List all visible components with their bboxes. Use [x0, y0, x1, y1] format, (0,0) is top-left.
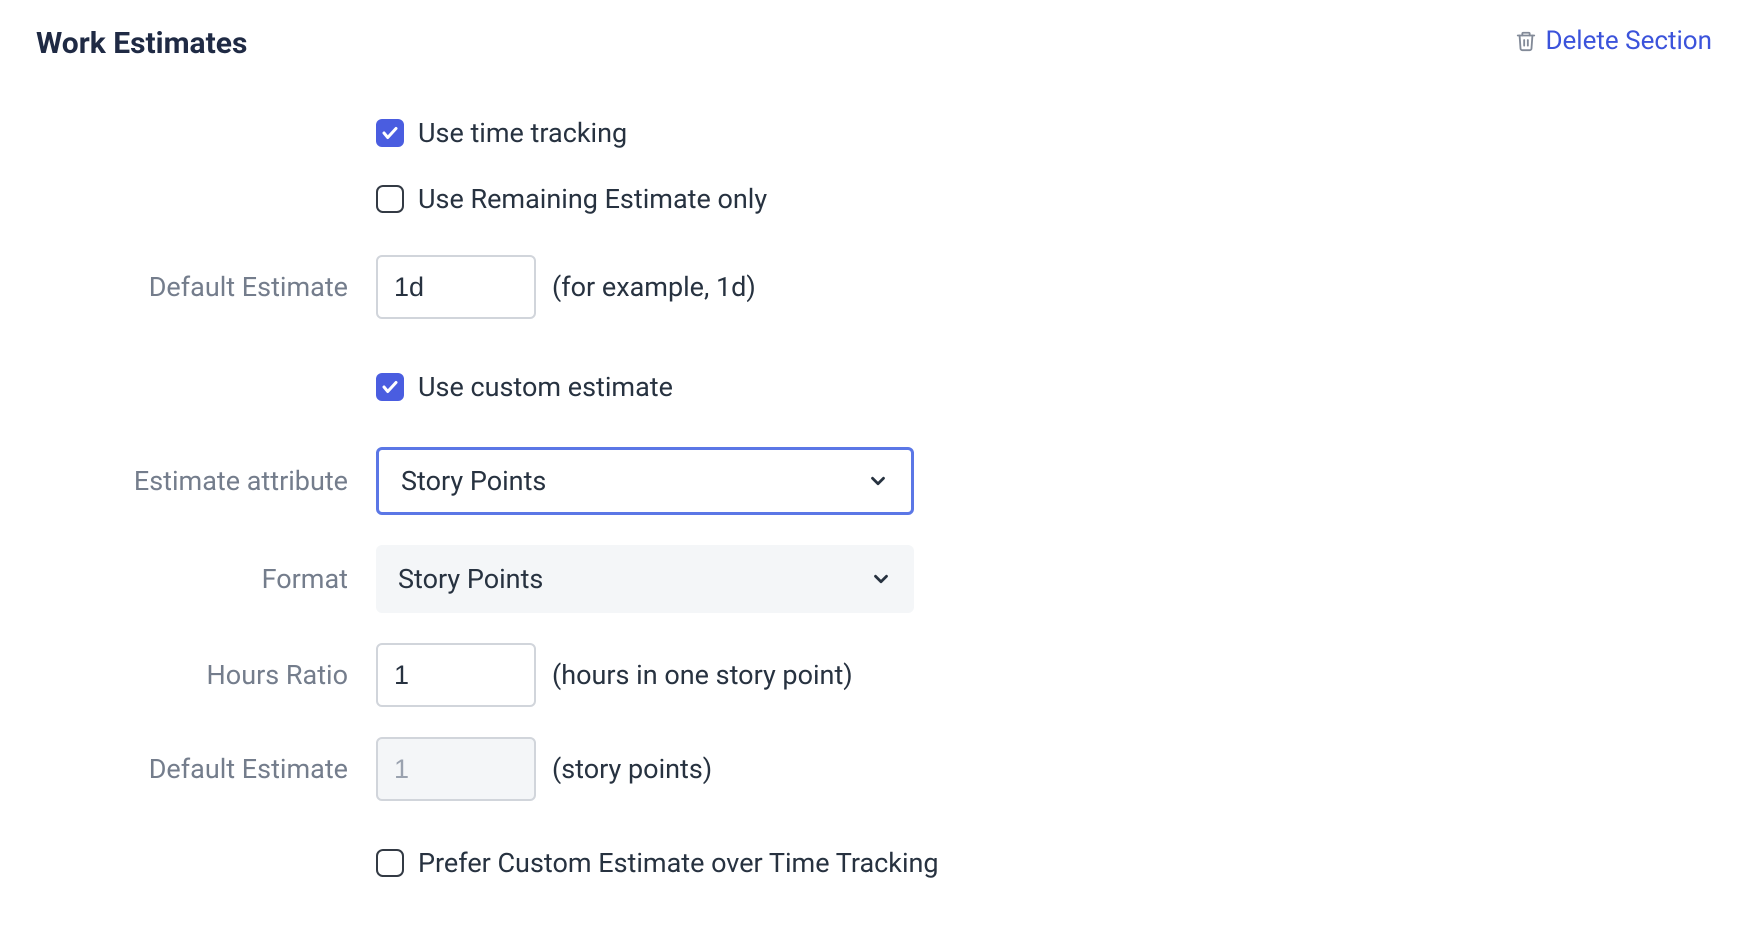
row-default-estimate-sp: Default Estimate (story points) — [36, 737, 1712, 801]
checkbox-unchecked-icon — [376, 185, 404, 213]
row-format: Format Story Points — [36, 545, 1712, 613]
form-area: Use time tracking Use Remaining Estimate… — [36, 111, 1712, 885]
checkbox-unchecked-icon — [376, 849, 404, 877]
section-header: Work Estimates Delete Section — [36, 26, 1712, 61]
default-estimate-sp-hint: (story points) — [552, 753, 712, 785]
section-title: Work Estimates — [36, 26, 247, 61]
default-estimate-input[interactable] — [376, 255, 536, 319]
default-estimate-sp-input[interactable] — [376, 737, 536, 801]
row-use-remaining-only: Use Remaining Estimate only — [36, 177, 1712, 221]
row-use-custom-estimate: Use custom estimate — [36, 365, 1712, 409]
chevron-down-icon — [870, 568, 892, 590]
chevron-down-icon — [867, 470, 889, 492]
checkbox-use-custom-estimate[interactable]: Use custom estimate — [376, 371, 673, 403]
label-default-estimate: Default Estimate — [36, 271, 376, 303]
label-estimate-attribute: Estimate attribute — [36, 465, 376, 497]
checkbox-use-remaining-only[interactable]: Use Remaining Estimate only — [376, 183, 767, 215]
hours-ratio-hint: (hours in one story point) — [552, 659, 853, 691]
row-prefer-custom: Prefer Custom Estimate over Time Trackin… — [36, 841, 1712, 885]
delete-section-button[interactable]: Delete Section — [1515, 26, 1712, 56]
select-value: Story Points — [398, 563, 543, 595]
checkbox-prefer-custom[interactable]: Prefer Custom Estimate over Time Trackin… — [376, 847, 939, 879]
label-hours-ratio: Hours Ratio — [36, 659, 376, 691]
row-use-time-tracking: Use time tracking — [36, 111, 1712, 155]
label-format: Format — [36, 563, 376, 595]
delete-section-label: Delete Section — [1545, 26, 1712, 56]
label-default-estimate-sp: Default Estimate — [36, 753, 376, 785]
row-hours-ratio: Hours Ratio (hours in one story point) — [36, 643, 1712, 707]
row-default-estimate: Default Estimate (for example, 1d) — [36, 255, 1712, 319]
checkbox-checked-icon — [376, 373, 404, 401]
trash-icon — [1515, 29, 1537, 53]
select-value: Story Points — [401, 465, 546, 497]
estimate-attribute-select[interactable]: Story Points — [376, 447, 914, 515]
checkbox-label: Use Remaining Estimate only — [418, 183, 767, 215]
hours-ratio-input[interactable] — [376, 643, 536, 707]
checkbox-checked-icon — [376, 119, 404, 147]
default-estimate-hint: (for example, 1d) — [552, 271, 756, 303]
checkbox-label: Prefer Custom Estimate over Time Trackin… — [418, 847, 939, 879]
checkbox-use-time-tracking[interactable]: Use time tracking — [376, 117, 627, 149]
checkbox-label: Use time tracking — [418, 117, 627, 149]
row-estimate-attribute: Estimate attribute Story Points — [36, 447, 1712, 515]
checkbox-label: Use custom estimate — [418, 371, 673, 403]
format-select[interactable]: Story Points — [376, 545, 914, 613]
